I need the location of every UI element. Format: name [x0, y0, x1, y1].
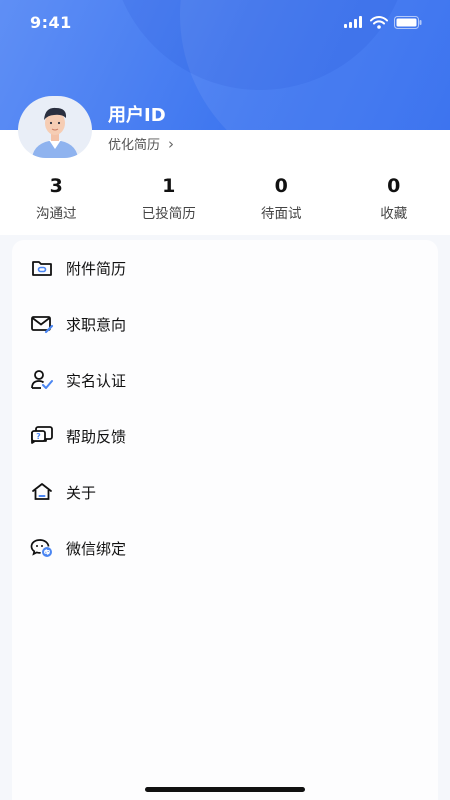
status-time: 9:41	[30, 12, 72, 32]
menu-item-attachment-resume[interactable]: 附件简历	[12, 240, 438, 296]
stat-label: 已投简历	[141, 206, 196, 222]
menu-item-real-name-auth[interactable]: 实名认证	[12, 352, 438, 408]
svg-text:?: ?	[36, 432, 41, 441]
optimize-resume-link[interactable]: 优化简历 ›	[108, 134, 175, 154]
menu-item-label: 微信绑定	[66, 539, 127, 558]
folder-icon	[30, 256, 54, 280]
stat-interview[interactable]: 0 待面试	[225, 175, 338, 225]
optimize-resume-label: 优化简历	[108, 138, 161, 153]
menu-item-label: 实名认证	[66, 371, 127, 390]
stat-value: 0	[274, 175, 288, 197]
menu-item-label: 帮助反馈	[66, 427, 127, 446]
stat-applied[interactable]: 1 已投简历	[113, 175, 226, 225]
stat-value: 1	[162, 175, 176, 197]
avatar-illustration	[32, 107, 78, 158]
menu-item-label: 附件简历	[66, 259, 127, 278]
help-feedback-icon: ?	[30, 424, 54, 448]
user-id-label: 用户ID	[108, 105, 166, 126]
menu-item-job-intention[interactable]: 求职意向	[12, 296, 438, 352]
chevron-right-icon: ›	[168, 134, 175, 153]
stat-value: 0	[387, 175, 401, 197]
menu-item-label: 关于	[66, 483, 97, 502]
menu-item-wechat-binding[interactable]: 微信绑定	[12, 520, 438, 576]
menu-card: 附件简历 求职意向 实名认证 ? 帮助反馈 关于 微信绑定	[12, 240, 438, 800]
stats-row: 3 沟通过 1 已投简历 0 待面试 0 收藏	[0, 175, 450, 225]
profile-screen: 9:41 用户ID 优化简历 › 3 沟通过 1 已投简历 0 待面试 0 收藏…	[0, 0, 450, 800]
menu-item-label: 求职意向	[66, 315, 127, 334]
user-verify-icon	[30, 368, 54, 392]
menu-item-about[interactable]: 关于	[12, 464, 438, 520]
signal-icon	[344, 16, 362, 28]
stat-label: 待面试	[261, 206, 302, 222]
stat-label: 沟通过	[36, 206, 77, 222]
mail-icon	[30, 312, 54, 336]
menu-item-help-feedback[interactable]: ? 帮助反馈	[12, 408, 438, 464]
wifi-icon	[370, 15, 388, 29]
home-icon	[30, 480, 54, 504]
home-indicator[interactable]	[145, 787, 305, 792]
wechat-icon	[30, 536, 54, 560]
battery-icon	[394, 15, 422, 29]
stat-favorites[interactable]: 0 收藏	[338, 175, 450, 225]
stat-label: 收藏	[380, 206, 408, 222]
stat-contacted[interactable]: 3 沟通过	[0, 175, 113, 225]
stat-value: 3	[49, 175, 63, 197]
avatar[interactable]	[18, 96, 92, 158]
status-bar: 9:41	[0, 0, 450, 44]
